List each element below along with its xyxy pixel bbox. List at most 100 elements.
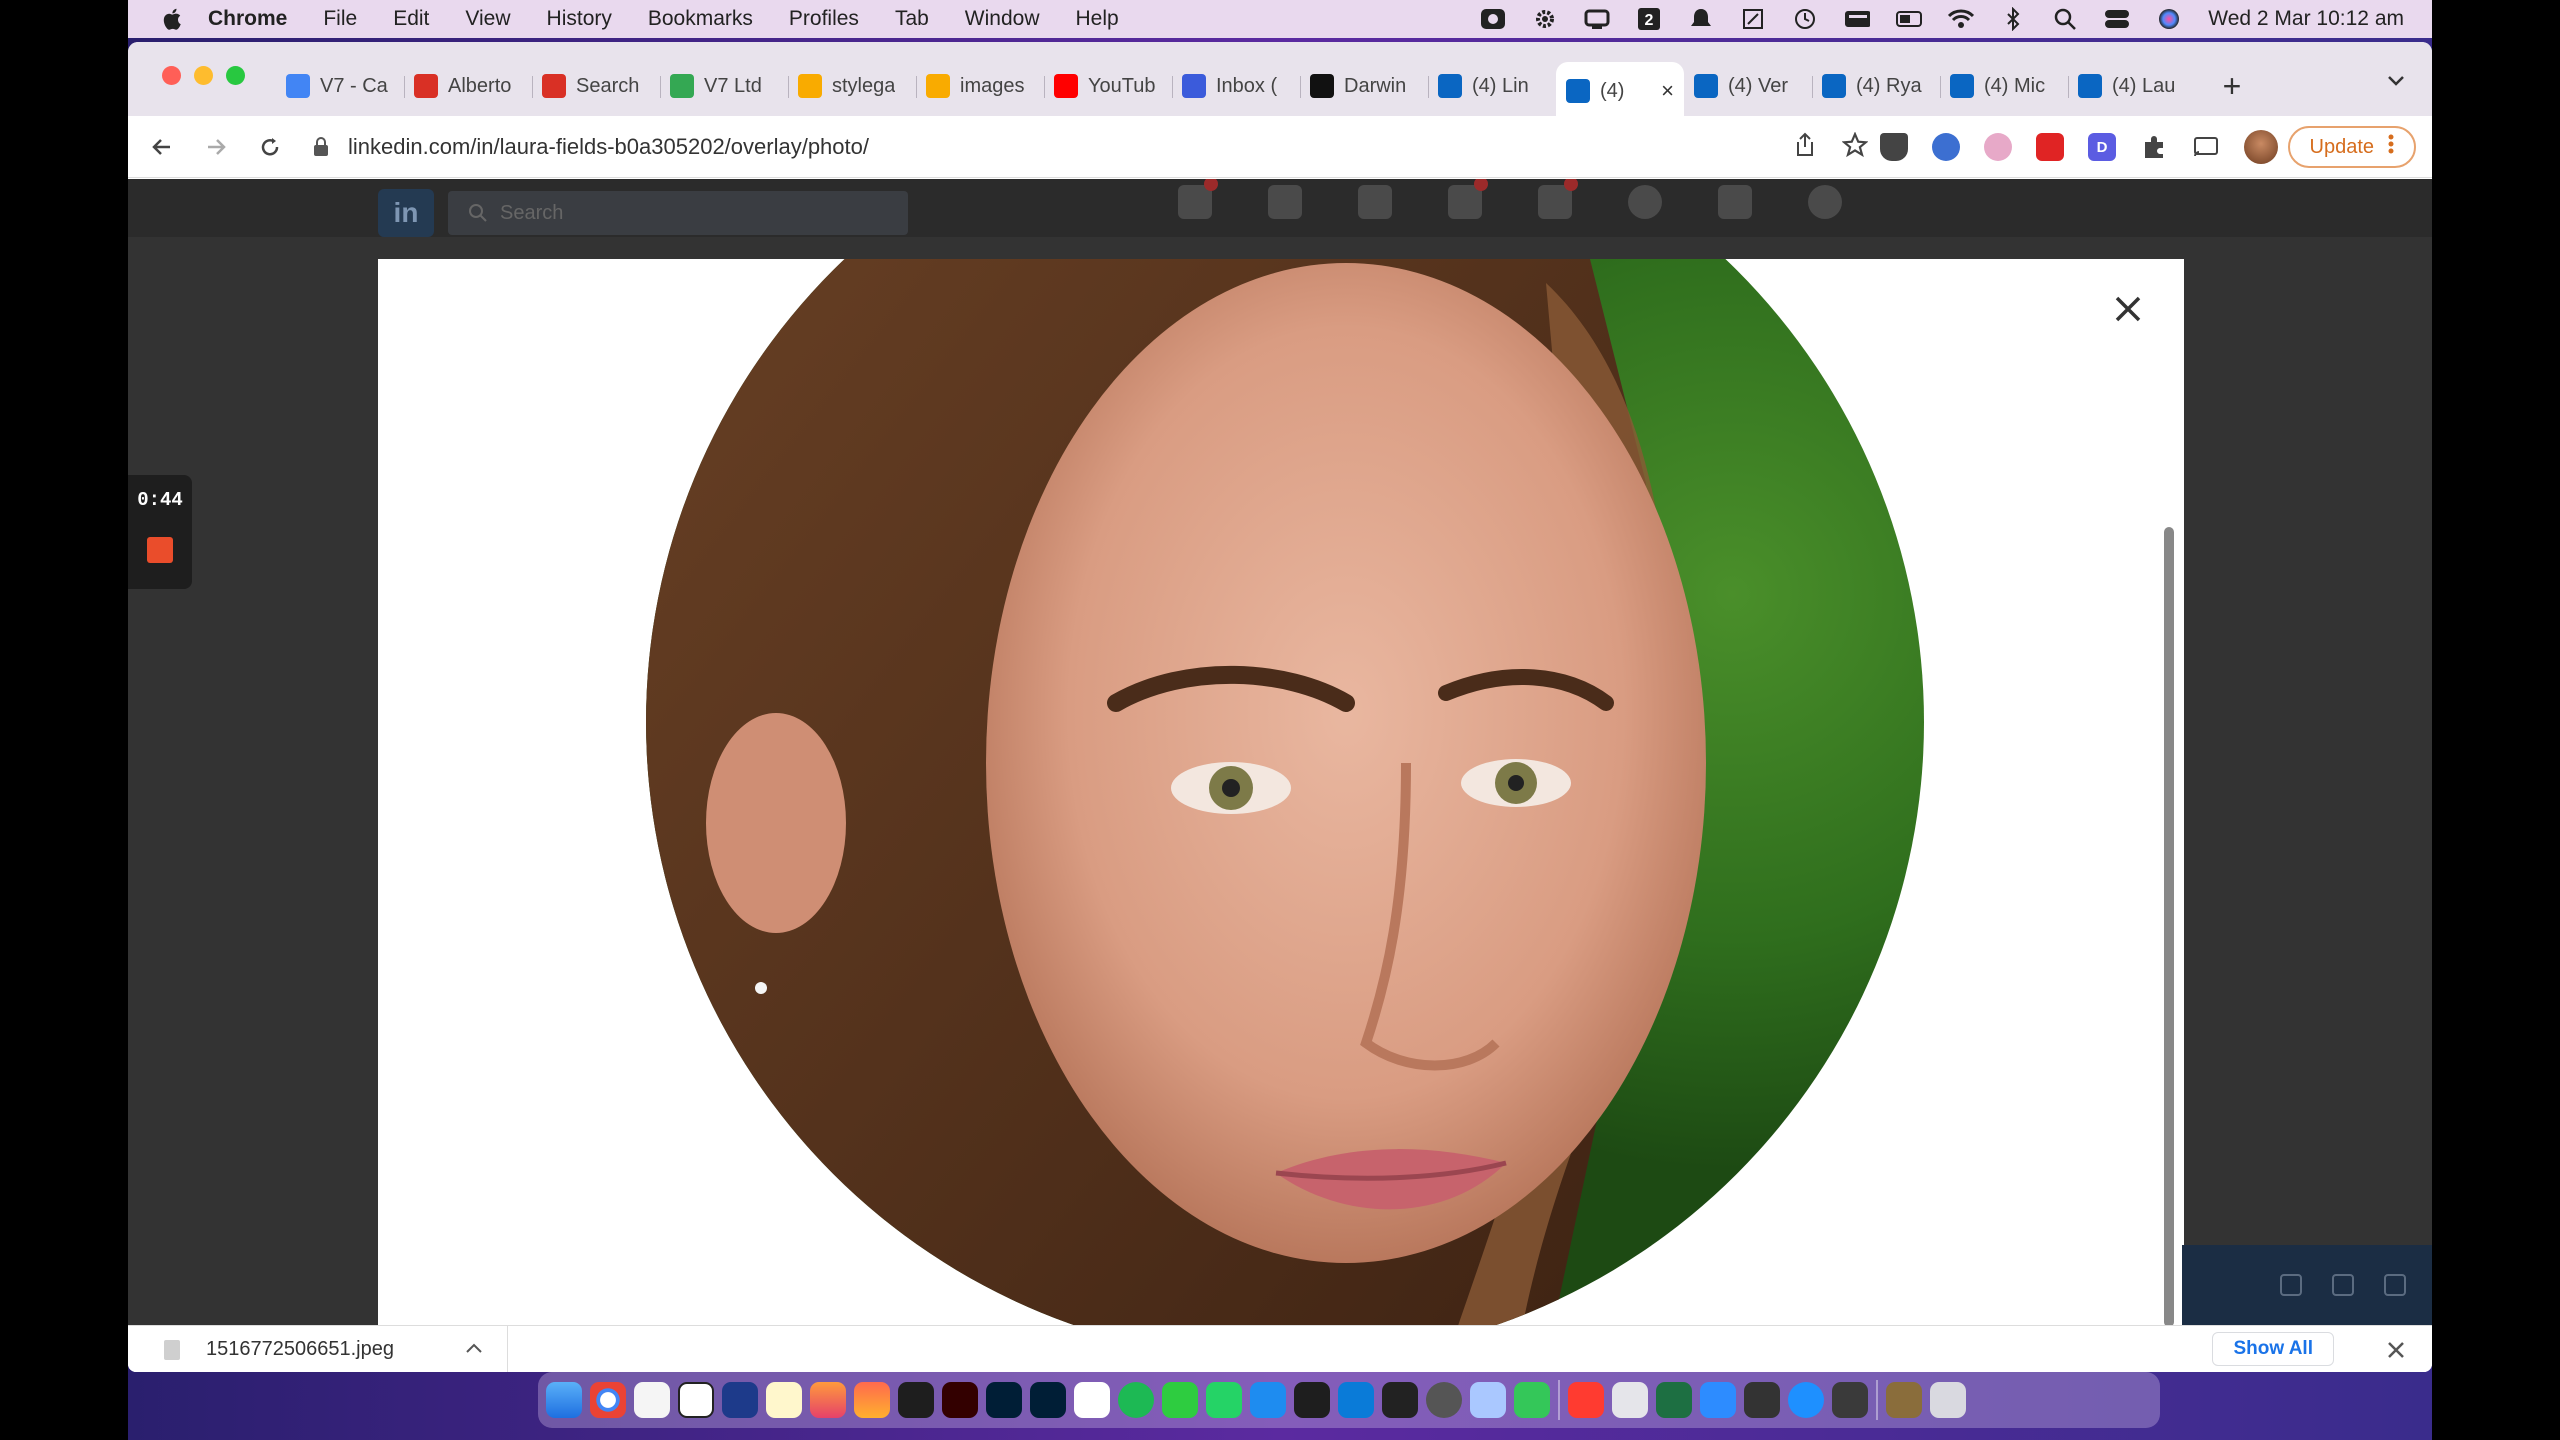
lock-icon[interactable]	[308, 137, 334, 157]
globe-extension-icon[interactable]	[1932, 133, 1960, 161]
close-overlay-button[interactable]	[2108, 289, 2148, 329]
whatsapp-icon[interactable]	[1206, 1382, 1242, 1418]
network-icon[interactable]	[1268, 185, 1302, 219]
new-tab-button[interactable]: +	[2212, 66, 2252, 106]
browser-tab[interactable]: Darwin	[1300, 62, 1428, 110]
menu-profiles[interactable]: Profiles	[789, 7, 859, 31]
menu-app-name[interactable]: Chrome	[208, 7, 287, 31]
browser-tab[interactable]: YouTub	[1044, 62, 1172, 110]
d-extension-icon[interactable]: D	[2088, 133, 2116, 161]
puzzle-extensions-icon[interactable]	[2140, 133, 2168, 161]
compose-icon[interactable]	[2332, 1274, 2354, 1296]
back-button[interactable]	[142, 127, 182, 167]
facetime-icon[interactable]	[1162, 1382, 1198, 1418]
vscode-icon[interactable]	[1338, 1382, 1374, 1418]
me-avatar-icon[interactable]	[1628, 185, 1662, 219]
calendar-2-icon[interactable]: 2	[1636, 7, 1662, 31]
premium-icon[interactable]	[1808, 185, 1842, 219]
keyboard-app-icon[interactable]	[1612, 1382, 1648, 1418]
slack-icon[interactable]	[634, 1382, 670, 1418]
app-store-icon[interactable]	[1250, 1382, 1286, 1418]
chevron-up-icon[interactable]	[465, 1341, 483, 1359]
apple-menu-icon[interactable]	[158, 4, 188, 34]
excel-icon[interactable]	[1656, 1382, 1692, 1418]
profile-avatar[interactable]	[2244, 130, 2278, 164]
chrome-icon[interactable]	[590, 1382, 626, 1418]
more-icon[interactable]	[2280, 1274, 2302, 1296]
messaging-icon[interactable]	[1448, 179, 1488, 219]
system-preferences-icon[interactable]	[1426, 1382, 1462, 1418]
firefox-icon[interactable]	[810, 1382, 846, 1418]
maximize-window-button[interactable]	[226, 66, 245, 85]
clapper-icon[interactable]	[1074, 1382, 1110, 1418]
download-filename[interactable]: 1516772506651.jpeg	[206, 1338, 394, 1361]
menu-tab[interactable]: Tab	[895, 7, 929, 31]
close-window-button[interactable]	[162, 66, 181, 85]
share-icon[interactable]	[1794, 132, 1816, 163]
signal-icon[interactable]	[722, 1382, 758, 1418]
downloads-stack-icon[interactable]	[1886, 1382, 1922, 1418]
messaging-bar[interactable]	[2182, 1245, 2432, 1325]
show-all-button[interactable]: Show All	[2212, 1332, 2334, 1366]
notification-bell-icon[interactable]	[1688, 7, 1714, 31]
keyboard-icon[interactable]	[1844, 7, 1871, 31]
minimize-window-button[interactable]	[194, 66, 213, 85]
download-item[interactable]: 1516772506651.jpeg	[128, 1326, 508, 1372]
stop-recording-button[interactable]	[147, 537, 173, 563]
messages-icon[interactable]	[1514, 1382, 1550, 1418]
display-icon[interactable]	[1584, 7, 1610, 31]
color-extension-icon[interactable]	[1984, 133, 2012, 161]
browser-tab[interactable]: Alberto	[404, 62, 532, 110]
browser-tab[interactable]: Search	[532, 62, 660, 110]
tab-search-chevron-icon[interactable]	[2384, 70, 2408, 90]
reload-button[interactable]	[250, 127, 290, 167]
spotlight-search-icon[interactable]	[2052, 7, 2078, 31]
menu-edit[interactable]: Edit	[393, 7, 429, 31]
bluetooth-icon[interactable]	[2000, 7, 2026, 31]
address-bar[interactable]: linkedin.com/in/laura-fields-b0a305202/o…	[298, 124, 1878, 170]
linkedin-search[interactable]: Search	[448, 191, 908, 235]
menu-view[interactable]: View	[465, 7, 510, 31]
bookmark-star-icon[interactable]	[1841, 130, 1869, 163]
safari-icon[interactable]	[1788, 1382, 1824, 1418]
close-downloads-icon[interactable]	[2382, 1336, 2410, 1364]
time-machine-icon[interactable]	[1792, 7, 1818, 31]
notion-icon[interactable]	[678, 1382, 714, 1418]
browser-tab[interactable]: images	[916, 62, 1044, 110]
shield-extension-icon[interactable]	[1880, 133, 1908, 161]
gear-icon[interactable]	[1532, 7, 1558, 31]
jobs-icon[interactable]	[1358, 185, 1392, 219]
cast-icon[interactable]	[2192, 133, 2220, 161]
browser-tab[interactable]: (4) Mic	[1940, 62, 2068, 110]
youtube-extension-icon[interactable]	[2036, 133, 2064, 161]
menu-bookmarks[interactable]: Bookmarks	[648, 7, 753, 31]
notifications-icon[interactable]	[1538, 179, 1578, 219]
menu-window[interactable]: Window	[965, 7, 1040, 31]
photos-icon[interactable]	[854, 1382, 890, 1418]
browser-tab[interactable]: V7 Ltd	[660, 62, 788, 110]
control-center-icon[interactable]	[2104, 7, 2130, 31]
browser-tab[interactable]: (4) Ver	[1684, 62, 1812, 110]
browser-tab[interactable]: (4) ×	[1556, 62, 1684, 120]
screen-record-icon[interactable]	[1480, 7, 1506, 31]
menubar-clock[interactable]: Wed 2 Mar 10:12 am	[2208, 7, 2404, 31]
vpn-icon[interactable]	[1832, 1382, 1868, 1418]
zoom-icon[interactable]	[1700, 1382, 1736, 1418]
work-grid-icon[interactable]	[1718, 185, 1752, 219]
linkedin-logo[interactable]: in	[378, 189, 434, 237]
menu-history[interactable]: History	[547, 7, 612, 31]
preview-icon[interactable]	[1470, 1382, 1506, 1418]
photoshop-icon[interactable]	[986, 1382, 1022, 1418]
trash-icon[interactable]	[1930, 1382, 1966, 1418]
home-icon[interactable]	[1178, 179, 1218, 219]
battery-icon[interactable]	[1896, 7, 1923, 31]
update-button[interactable]: Update	[2287, 126, 2416, 168]
url-text[interactable]: linkedin.com/in/laura-fields-b0a305202/o…	[348, 134, 869, 160]
browser-tab[interactable]: Inbox (	[1172, 62, 1300, 110]
browser-tab[interactable]: (4) Lin	[1428, 62, 1556, 110]
chevron-up-icon[interactable]	[2384, 1274, 2406, 1296]
browser-tab[interactable]: (4) Lau	[2068, 62, 2196, 110]
screen-capture-icon[interactable]	[1744, 1382, 1780, 1418]
siri-icon[interactable]	[2156, 7, 2182, 31]
menu-help[interactable]: Help	[1076, 7, 1119, 31]
